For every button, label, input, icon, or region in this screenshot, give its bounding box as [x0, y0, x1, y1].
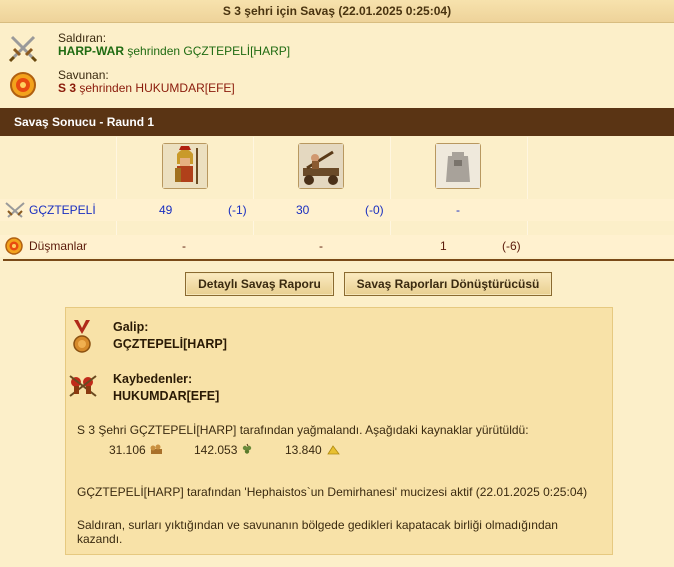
- losers-label: Kaybedenler:: [113, 372, 193, 386]
- wood-icon: [150, 444, 162, 454]
- attacker-unit1-loss: (-1): [228, 203, 247, 217]
- grapes-icon: [242, 443, 252, 454]
- defender-city[interactable]: S 3: [58, 81, 76, 95]
- final-text: Saldıran, surları yıktığından ve savunan…: [77, 518, 558, 546]
- fallen-soldiers-icon: [69, 375, 97, 397]
- losers-name[interactable]: HUKUMDAR[EFE]: [113, 389, 219, 403]
- winner-label: Galip:: [113, 320, 149, 334]
- shield-icon: [5, 237, 23, 255]
- attacker-info: Saldıran: HARP-WAR şehrinden GÇZTEPELİ[H…: [0, 31, 674, 65]
- attacker-line: HARP-WAR şehrinden GÇZTEPELİ[HARP]: [58, 44, 290, 58]
- attacker-unit3-count: -: [456, 203, 460, 217]
- enemies-unit3-count: 1: [440, 239, 447, 253]
- attacker-alliance[interactable]: HARP-WAR: [58, 44, 124, 58]
- defender-line: S 3 şehrinden HUKUMDAR[EFE]: [58, 81, 235, 95]
- section-title: Savaş Sonucu - Raund 1: [0, 108, 674, 136]
- plunder-text: S 3 Şehri GÇZTEPELİ[HARP] tarafından yağ…: [77, 423, 529, 437]
- defender-mid-text: şehrinden: [79, 81, 133, 95]
- attacker-unit1-count: 49: [159, 203, 173, 217]
- crossed-swords-icon: [8, 35, 38, 63]
- attacker-row: GÇZTEPELİ 49 (-1) 30 (-0) -: [0, 199, 674, 221]
- attacker-label: Saldıran:: [58, 31, 107, 45]
- enemies-row: Düşmanlar - - 1 (-6): [0, 235, 674, 257]
- attacker-unit2-count: 30: [296, 203, 310, 217]
- enemies-unit2-count: -: [319, 239, 323, 253]
- defender-label: Savunan:: [58, 68, 109, 82]
- medal-icon: [73, 320, 91, 353]
- shield-icon: [10, 72, 36, 98]
- report-converter-button[interactable]: Savaş Raporları Dönüştürücüsü: [344, 272, 552, 296]
- wall-unit-icon[interactable]: [435, 143, 481, 189]
- catapult-unit-icon[interactable]: [298, 143, 344, 189]
- crossed-swords-icon: [5, 202, 25, 218]
- detailed-report-button[interactable]: Detaylı Savaş Raporu: [185, 272, 334, 296]
- divider: [3, 259, 674, 261]
- window-title: S 3 şehri için Savaş (22.01.2025 0:25:04…: [0, 0, 674, 23]
- enemies-unit1-count: -: [182, 239, 186, 253]
- hoplite-unit-icon[interactable]: [162, 143, 208, 189]
- wonder-text: GÇZTEPELİ[HARP] tarafından 'Hephaistos`u…: [77, 485, 588, 499]
- defender-player[interactable]: HUKUMDAR[EFE]: [135, 81, 234, 95]
- sulfur-icon: [327, 445, 340, 455]
- defender-info: Savunan: S 3 şehrinden HUKUMDAR[EFE]: [0, 68, 674, 102]
- enemies-unit3-loss: (-6): [502, 239, 521, 253]
- resource-wine-amount: 142.053: [194, 443, 238, 457]
- enemies-name: Düşmanlar: [29, 239, 88, 253]
- winner-name[interactable]: GÇZTEPELİ[HARP]: [113, 337, 227, 351]
- unit-header-row: [0, 137, 674, 199]
- resource-sulfur-amount: 13.840: [285, 443, 322, 457]
- attacker-unit2-loss: (-0): [365, 203, 384, 217]
- attacker-mid-text: şehrinden: [127, 44, 181, 58]
- attacker-name[interactable]: GÇZTEPELİ: [29, 203, 96, 217]
- resource-wood-amount: 31.106: [109, 443, 146, 457]
- battle-result-panel: Galip: GÇZTEPELİ[HARP] Kaybedenler: HUKU…: [65, 307, 613, 555]
- attacker-player[interactable]: GÇZTEPELİ[HARP]: [183, 44, 290, 58]
